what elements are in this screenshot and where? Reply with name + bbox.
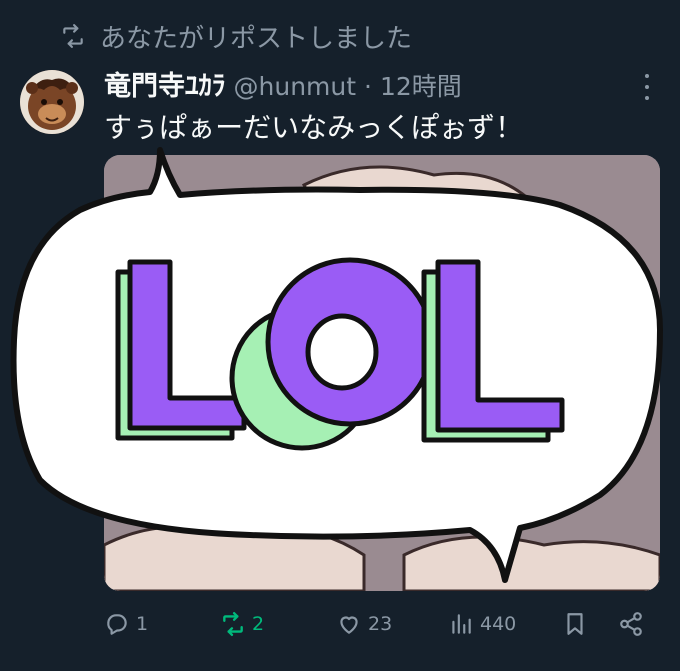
separator-dot: ·: [364, 72, 372, 101]
bookmark-button[interactable]: [562, 604, 588, 644]
views-count: 440: [480, 613, 517, 635]
tweet-text: すぅぱぁーだいなみっくぽぉず！: [104, 111, 524, 144]
repost-icon: [223, 611, 243, 637]
reply-button[interactable]: 1: [104, 604, 148, 644]
repost-banner-text: あなたがリポストしました: [100, 23, 413, 54]
more-options-icon[interactable]: [642, 74, 652, 100]
repost-icon: [63, 24, 83, 48]
tweet-header: 竜門寺ﾕｶﾗ @hunmut · 12時間: [104, 64, 620, 104]
like-button[interactable]: 23: [336, 604, 392, 644]
tweet-time[interactable]: 12時間: [380, 67, 462, 103]
repost-banner[interactable]: あなたがリポストしました: [60, 16, 412, 56]
bookmark-icon: [567, 613, 583, 635]
tweet-actions: 1 2 23 440: [96, 604, 660, 644]
repost-button[interactable]: 2: [220, 604, 264, 644]
tweet-media[interactable]: [104, 155, 660, 591]
repost-count: 2: [252, 613, 265, 635]
like-count: 23: [368, 613, 393, 635]
views-button[interactable]: 440: [448, 604, 516, 644]
reply-icon: [107, 614, 127, 635]
views-chart-icon: [452, 614, 471, 634]
share-button[interactable]: [618, 604, 644, 644]
reply-count: 1: [136, 613, 149, 635]
author-name[interactable]: 竜門寺ﾕｶﾗ: [104, 64, 226, 103]
author-handle[interactable]: @hunmut: [234, 72, 357, 101]
avatar[interactable]: [20, 70, 84, 134]
heart-icon: [340, 616, 358, 634]
share-icon: [620, 612, 642, 636]
